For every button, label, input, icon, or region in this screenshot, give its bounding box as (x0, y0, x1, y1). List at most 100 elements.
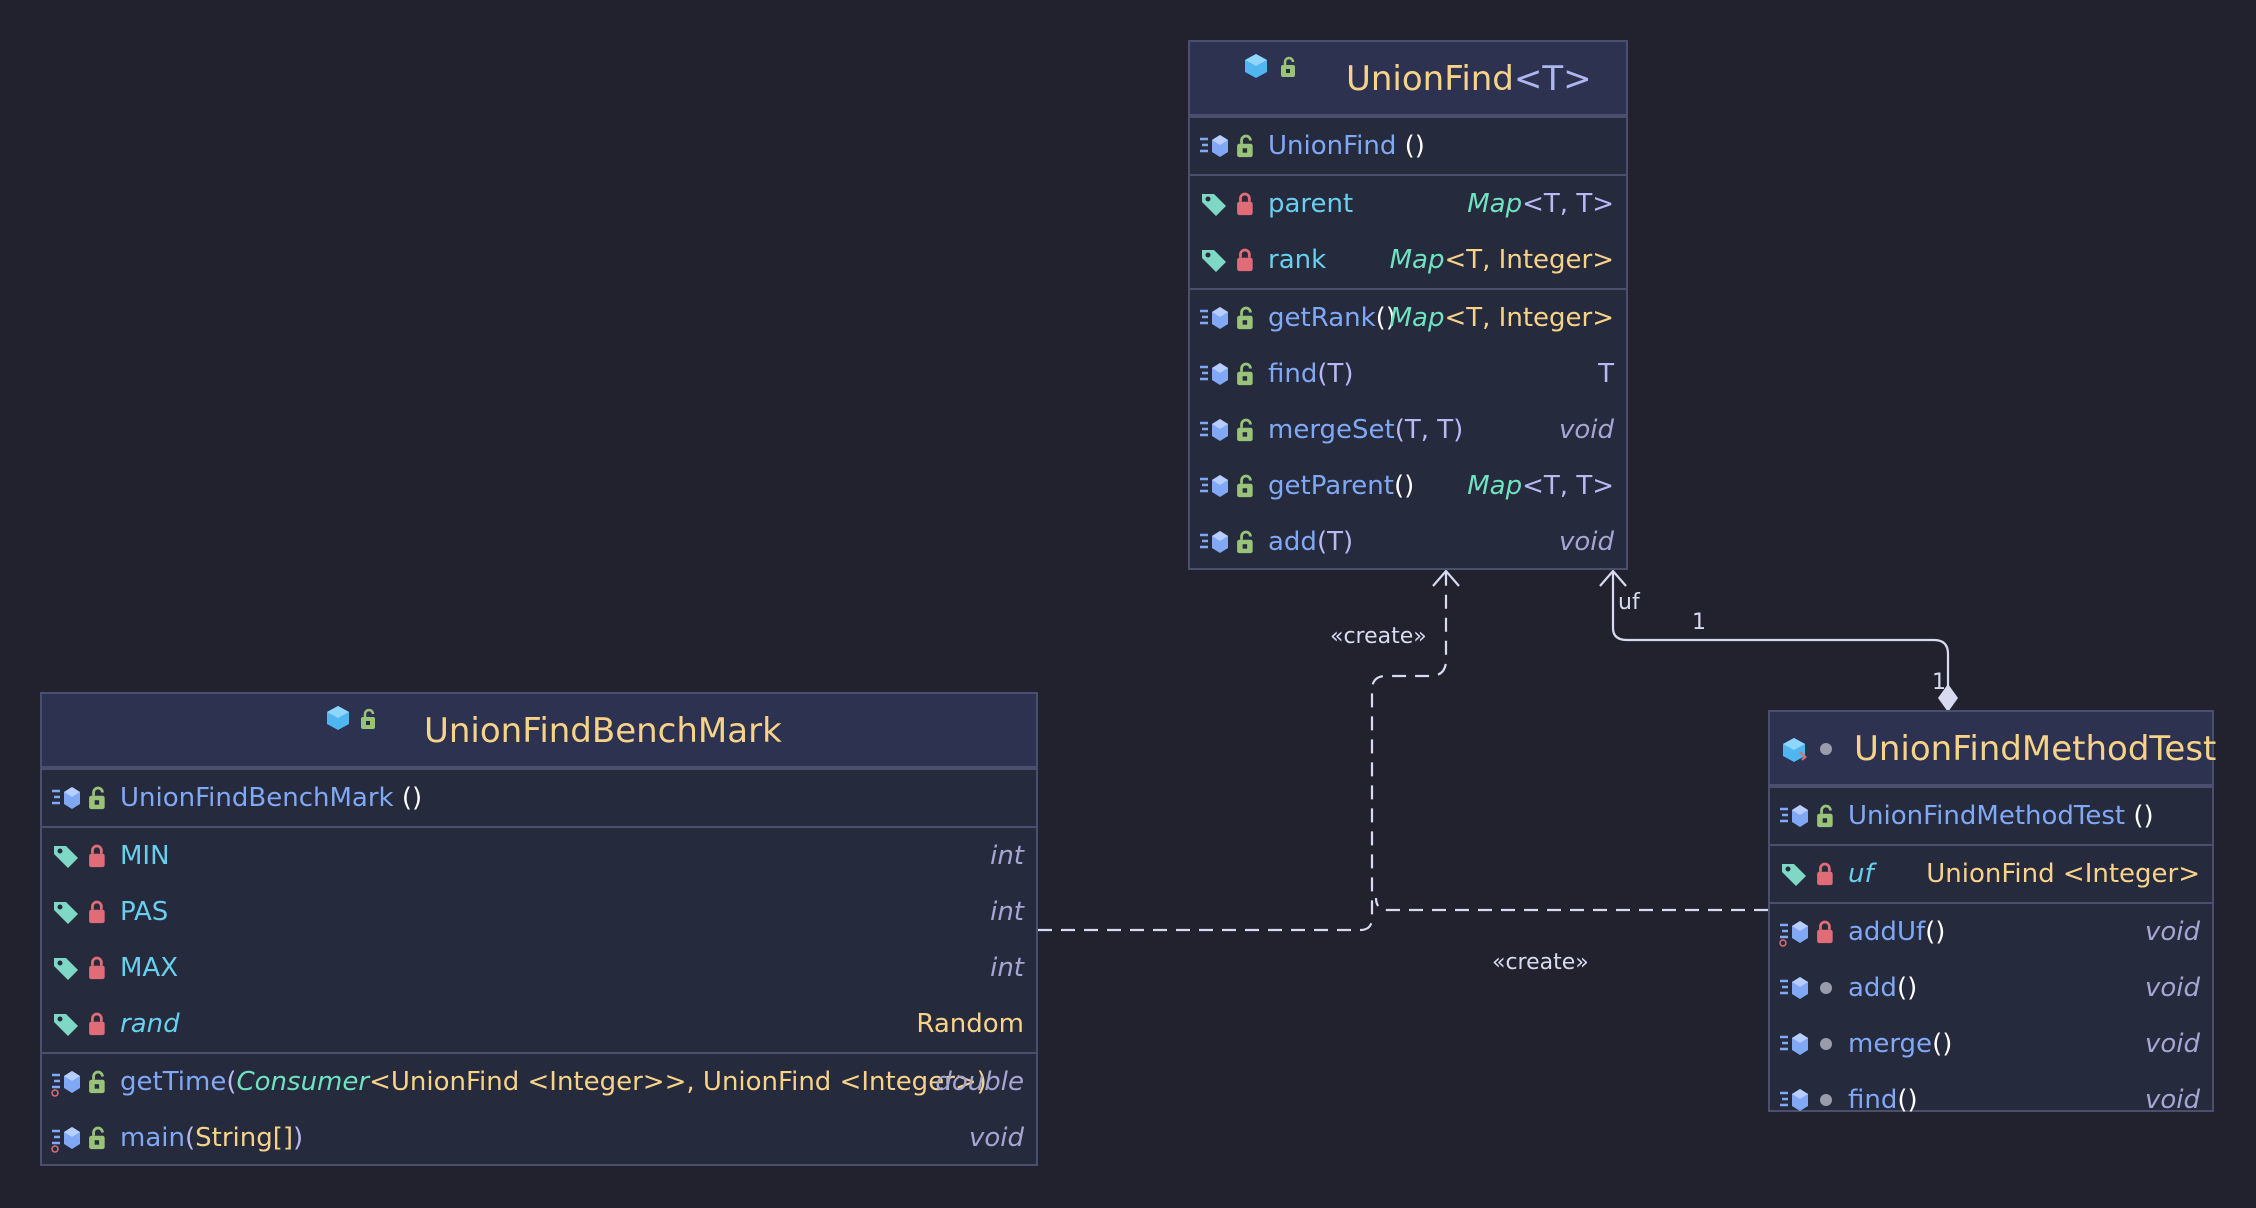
field-row[interactable]: uf UnionFind <Integer> (1770, 846, 2212, 902)
field-row[interactable]: rand Random (42, 996, 1036, 1052)
method-signature: mergeSet(T, T) (1268, 415, 1464, 445)
field-row[interactable]: parent Map<T, T> (1190, 176, 1626, 232)
static-method-icon (51, 1127, 80, 1153)
method-row[interactable]: getTime(Consumer<UnionFind <Integer>>, U… (42, 1054, 1036, 1110)
method-signature: getTime(Consumer<UnionFind <Integer>>, U… (120, 1067, 987, 1097)
method-row[interactable]: add() void (1770, 960, 2212, 1016)
field-row[interactable]: MIN int (42, 828, 1036, 884)
method-signature: addUf() (1848, 917, 1946, 947)
class-title: UnionFindBenchMark (424, 711, 782, 751)
diagram-canvas: «create» «create» uf 1 1 UnionFind<T> Un… (0, 0, 2256, 1208)
package-dot-icon (1820, 1038, 1832, 1050)
method-row[interactable]: add(T) void (1190, 514, 1626, 570)
class-union-find-bench-mark[interactable]: UnionFindBenchMark UnionFindBenchMark ()… (40, 692, 1038, 1166)
method-signature: find() (1848, 1085, 1918, 1115)
lock-public-icon (1281, 56, 1295, 77)
lock-public-icon (1237, 306, 1253, 330)
field-type: Map<T, T> (1467, 189, 1614, 219)
constructor-signature: UnionFindBenchMark () (120, 783, 423, 813)
field-row[interactable]: PAS int (42, 884, 1036, 940)
method-row[interactable]: find() void (1770, 1072, 2212, 1128)
field-name: parent (1268, 189, 1354, 219)
field-name: rank (1268, 245, 1327, 275)
field-name: rand (120, 1009, 180, 1039)
create-dependency-methodtest (1374, 897, 1768, 912)
field-tag-icon (54, 902, 78, 924)
method-signature: add(T) (1268, 527, 1354, 557)
create-label: «create» (1492, 950, 1589, 975)
class-union-find-method-test[interactable]: UnionFindMethodTest UnionFindMethodTest … (1768, 710, 2216, 1115)
lock-public-icon (1237, 134, 1253, 158)
method-return-type: Map<T, Integer> (1389, 303, 1614, 333)
lock-public-icon (89, 1070, 105, 1094)
field-tag-icon (54, 1014, 78, 1036)
method-row[interactable]: getRank() Map<T, Integer> (1190, 290, 1626, 346)
lock-public-icon (1237, 530, 1253, 554)
constructors-section: UnionFindBenchMark () (42, 768, 1036, 826)
method-signature: merge() (1848, 1029, 1953, 1059)
association-uf (1611, 572, 1950, 688)
field-type: Random (916, 1009, 1024, 1039)
lock-private-icon (89, 1012, 105, 1036)
class-header[interactable]: UnionFindBenchMark (42, 694, 1036, 768)
constructor-row[interactable]: UnionFindMethodTest () (1770, 788, 2212, 844)
method-signature: getParent() (1268, 471, 1415, 501)
constructors-section: UnionFindMethodTest () (1770, 786, 2212, 844)
static-method-icon (1200, 135, 1228, 157)
multiplicity-label: 1 (1932, 670, 1946, 695)
methods-section: getTime(Consumer<UnionFind <Integer>>, U… (42, 1052, 1036, 1166)
constructor-row[interactable]: UnionFind () (1190, 118, 1626, 174)
lock-public-icon (89, 786, 105, 810)
method-return-type: void (1558, 415, 1614, 445)
constructor-signature: UnionFindMethodTest () (1848, 801, 2154, 831)
lock-public-icon (1237, 362, 1253, 386)
field-row[interactable]: MAX int (42, 940, 1036, 996)
static-method-icon (1200, 307, 1228, 329)
field-name: MIN (120, 841, 170, 871)
constructor-row[interactable]: UnionFindBenchMark () (42, 770, 1036, 826)
field-tag-icon (1202, 194, 1226, 216)
static-method-icon (1780, 805, 1808, 827)
class-union-find[interactable]: UnionFind<T> UnionFind () parent Map<T, … (1188, 40, 1628, 570)
field-type: int (990, 953, 1024, 983)
method-row[interactable]: addUf() void (1770, 904, 2212, 960)
method-row[interactable]: mergeSet(T, T) void (1190, 402, 1626, 458)
method-signature: getRank() (1268, 303, 1396, 333)
constructor-signature: UnionFind () (1268, 131, 1425, 161)
static-method-icon (1200, 475, 1228, 497)
class-icon (327, 706, 349, 730)
static-method-icon (1200, 363, 1228, 385)
method-icon (1780, 977, 1808, 999)
package-dot-icon (1820, 982, 1832, 994)
method-row[interactable]: merge() void (1770, 1016, 2212, 1072)
method-icon (1779, 921, 1808, 947)
field-type: UnionFind <Integer> (1926, 859, 2200, 889)
class-header[interactable]: UnionFind<T> (1190, 42, 1626, 116)
method-row[interactable]: find(T) T (1190, 346, 1626, 402)
field-type: int (990, 841, 1024, 871)
lock-private-icon (1237, 192, 1253, 216)
methods-section: addUf() void add() void merge() void fin… (1770, 902, 2212, 1128)
field-tag-icon (1782, 864, 1806, 886)
fields-section: parent Map<T, T> rank Map<T, Integer> (1190, 174, 1626, 288)
method-signature: main(String[]) (120, 1123, 304, 1153)
method-row[interactable]: main(String[]) void (42, 1110, 1036, 1166)
field-row[interactable]: rank Map<T, Integer> (1190, 232, 1626, 288)
field-tag-icon (54, 846, 78, 868)
static-method-icon (1200, 531, 1228, 553)
class-title: UnionFind<T> (1346, 59, 1592, 99)
method-row[interactable]: getParent() Map<T, T> (1190, 458, 1626, 514)
method-return-type: Map<T, T> (1467, 471, 1614, 501)
lock-public-icon (1817, 804, 1833, 828)
fields-section: uf UnionFind <Integer> (1770, 844, 2212, 902)
field-name: PAS (120, 897, 169, 927)
method-return-type: void (1558, 527, 1614, 557)
lock-private-icon (89, 956, 105, 980)
method-return-type: void (2144, 1029, 2200, 1059)
lock-private-icon (89, 844, 105, 868)
method-icon (1780, 1033, 1808, 1055)
lock-public-icon (1237, 474, 1253, 498)
method-return-type: void (2144, 973, 2200, 1003)
field-tag-icon (1202, 250, 1226, 272)
class-header[interactable]: UnionFindMethodTest (1770, 712, 2216, 786)
